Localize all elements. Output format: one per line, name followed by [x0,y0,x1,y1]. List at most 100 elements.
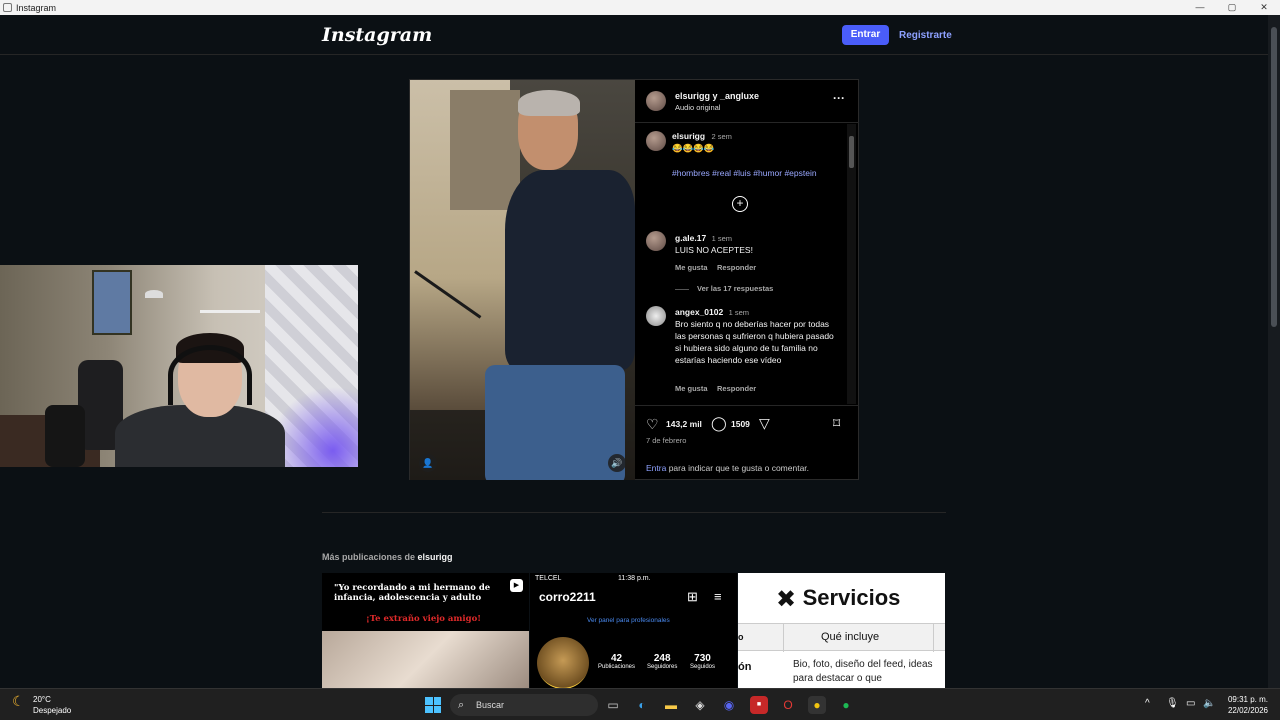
spotify-icon[interactable]: ● [837,696,855,714]
task-view-icon[interactable]: ▭ [604,696,622,714]
more-posts-title: Más publicaciones de elsurigg [322,552,453,562]
stat-number: 730 [694,653,711,664]
post-video[interactable]: 👤 🔊 [410,80,635,480]
clock-time: 09:31 p. m. [1227,695,1268,704]
post-sidebar: elsurigg y _angluxe Audio original ··· e… [635,80,859,480]
comments-scrollbar[interactable] [847,124,856,404]
webcam-lamp [145,290,163,298]
taskbar-search[interactable]: ⌕ Buscar [450,694,598,716]
stat-label: Seguidos [690,664,716,670]
app-icon[interactable]: ■ [750,696,768,714]
mute-icon[interactable]: 🔊 [608,454,626,472]
page-scroll-thumb[interactable] [1271,27,1277,327]
weather-temp: 20°C [33,695,51,704]
file-explorer-icon[interactable]: ▬ [662,696,680,714]
login-prompt-link[interactable]: Entra [646,463,666,473]
more-options-icon[interactable]: ··· [833,91,845,105]
row-b-cell: Bio, foto, diseño del feed, ideas para d… [793,659,933,684]
profile-stat: 248 Seguidores [647,653,677,670]
microphone-icon[interactable]: 🎙 [1166,698,1179,709]
services-table-header: o Qué incluye [738,623,945,652]
clock-date: 22/02/2026 [1227,706,1268,715]
tray-chevron-icon[interactable]: ^ [1145,698,1150,709]
volume-icon[interactable]: 🔈 [1203,698,1215,709]
search-placeholder: Buscar [476,700,505,710]
profile-stat: 730 Seguidos [690,653,715,670]
more-posts-user[interactable]: elsurigg [418,552,453,562]
login-button[interactable]: Entrar [842,25,889,45]
search-icon: ⌕ [458,699,465,711]
thumbnail-image [322,631,529,688]
tagged-user-icon[interactable]: 👤 [419,454,437,472]
save-bookmark-icon[interactable]: ⌑ [833,415,840,432]
window-title: Instagram [16,2,57,13]
comment-avatar[interactable] [646,231,666,251]
status-time: 11:38 p.m. [618,575,651,582]
webcam-picture-frame [92,270,132,335]
login-prompt-text: para indicar que te gusta o comentar. [666,463,810,473]
media-door [450,90,520,210]
comments-scroll-thumb[interactable] [849,136,854,168]
media-hair [518,90,580,116]
view-replies-button[interactable]: Ver las 17 respuestas [697,284,773,293]
comment-text: LUIS NO ACEPTES! [675,245,753,255]
minimize-button[interactable]: — [1184,0,1216,15]
webcam-microphone [45,405,85,467]
post-author[interactable]: elsurigg y _angluxe [675,91,759,101]
app-icon [3,3,12,12]
login-prompt: Entra para indicar que te gusta o coment… [646,463,809,473]
comment-user[interactable]: g.ale.17 [675,233,706,243]
likes-count[interactable]: 143,2 mil [666,419,702,429]
like-heart-icon[interactable]: ♡ [646,416,659,433]
webcam-shelf [200,310,260,313]
comment-user[interactable]: angex_0102 [675,307,723,317]
media-shirt [505,170,635,370]
comment-like-button[interactable]: Me gusta [675,263,708,272]
maximize-button[interactable]: ▢ [1216,0,1248,15]
related-post-thumbnail[interactable]: ✖ Servicios o Qué incluye ón Bio, foto, … [738,573,945,688]
webcam-overlay [0,265,358,467]
col-separator [783,624,784,652]
weather-desc: Despejado [33,706,72,715]
windows-start-icon[interactable] [425,697,441,713]
profile-picture [537,637,589,688]
page-scrollbar[interactable] [1268,15,1280,688]
related-post-thumbnail[interactable]: TELCEL 11:38 p.m. corro2211 ⊞ ≡ Ver pane… [530,573,737,688]
comments-list: elsurigg 2 sem 😂😂😂😂 #hombres #real #luis… [635,124,859,404]
comment-time: 1 sem [728,308,750,317]
author-avatar[interactable] [646,91,666,111]
related-post-thumbnail[interactable]: "Yo recordando a mi hermano de infancia,… [322,573,529,688]
plus-square-icon: ⊞ [687,589,698,604]
comment-like-button[interactable]: Me gusta [675,384,708,393]
col-a-header: o [738,632,744,642]
network-icon[interactable]: ▭ [1186,698,1195,709]
stat-label: Publicaciones [598,664,636,670]
taskbar-clock[interactable]: 09:31 p. m. 22/02/2026 [1222,694,1268,716]
comment-text: Bro siento q no deberías hacer por todas… [675,319,834,365]
opera-icon[interactable]: O [779,696,797,714]
edge-icon[interactable]: ◐ [633,696,651,714]
obs-icon[interactable]: ● [808,696,826,714]
store-icon[interactable]: ◈ [691,696,709,714]
audio-label[interactable]: Audio original [675,103,720,112]
load-more-icon[interactable]: + [732,196,748,212]
status-carrier: TELCEL [535,575,562,582]
taskbar: ☾ 20°C Despejado ⌕ Buscar ▭ ◐ ▬ ◈ ◉ ■ O … [0,688,1280,720]
comment-bubble-icon[interactable]: ◯ [711,415,727,432]
menu-icon: ≡ [714,589,722,604]
caption-hashtags[interactable]: #hombres #real #luis #humor #epstein [672,168,817,178]
profile-handle: corro2211 [539,590,596,604]
instagram-logo[interactable]: Instagram [322,24,432,46]
comment-time: 1 sem [711,234,732,243]
caption-emojis: 😂😂😂😂 [672,143,715,153]
comment-avatar[interactable] [646,306,666,326]
discord-icon[interactable]: ◉ [720,696,738,714]
signup-link[interactable]: Registrarte [899,30,952,41]
caption-user[interactable]: elsurigg [672,131,705,141]
close-button[interactable]: ✕ [1248,0,1280,15]
comment-reply-button[interactable]: Responder [717,263,756,272]
caption-avatar[interactable] [646,131,666,151]
more-posts-prefix: Más publicaciones de [322,552,418,562]
comment-reply-button[interactable]: Responder [717,384,756,393]
share-send-icon[interactable]: ▽ [759,415,770,432]
